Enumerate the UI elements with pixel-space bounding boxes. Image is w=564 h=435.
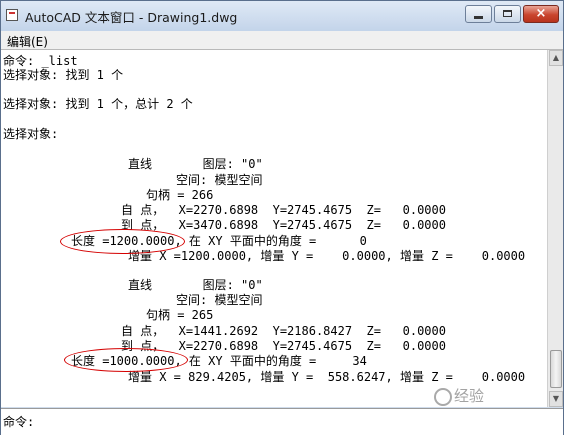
maximize-button[interactable] [494,5,521,23]
menu-edit[interactable]: 编辑(E) [7,33,48,50]
history-line: 自 点， X=2270.6898 Y=2745.4675 Z= 0.0000 [121,203,446,217]
scroll-up-icon[interactable]: ▲ [549,50,563,66]
history-line: 自 点， X=1441.2692 Y=2186.8427 Z= 0.0000 [121,324,446,338]
autocad-text-window: AutoCAD 文本窗口 - Drawing1.dwg × 编辑(E) 命令: … [0,0,564,435]
command-line-input[interactable]: 命令: [1,408,563,435]
history-line: 空间: 模型空间 [176,293,263,307]
history-line: 选择对象: 找到 1 个 [3,68,124,82]
close-button[interactable]: × [523,5,559,23]
paw-icon [434,387,452,406]
history-line: 命令: _list [3,54,78,68]
annotation-ellipse [64,348,188,372]
menu-bar: 编辑(E) [1,31,563,50]
history-line: 句柄 = 265 [146,308,214,322]
scroll-down-icon[interactable]: ▼ [549,391,563,407]
history-line: 到 点， X=3470.6898 Y=2745.4675 Z= 0.0000 [121,218,446,232]
minimize-icon [474,16,483,19]
annotation-ellipse [60,229,185,254]
watermark-text: 经验 [454,387,485,405]
history-line: 句柄 = 266 [146,188,214,202]
title-bar[interactable]: AutoCAD 文本窗口 - Drawing1.dwg × [1,1,563,31]
history-line: 增量 X =1200.0000, 增量 Y = 0.0000, 增量 Z = 0… [128,249,526,263]
history-line: 选择对象: [3,127,59,141]
app-icon[interactable] [6,9,18,21]
command-prompt: 命令: [3,415,35,429]
maximize-icon [503,10,512,17]
history-line: 空间: 模型空间 [176,173,263,187]
history-line: 直线 图层: "0" [128,278,263,292]
minimize-button[interactable] [465,5,492,23]
history-line: 增量 X = 829.4205, 增量 Y = 558.6247, 增量 Z =… [128,370,526,384]
vertical-scrollbar[interactable]: ▲ ▼ [547,50,563,407]
history-line: 直线 图层: "0" [128,157,263,171]
scrollbar-thumb[interactable] [550,350,562,388]
window-title: AutoCAD 文本窗口 - Drawing1.dwg [25,10,238,25]
close-icon: × [535,6,547,21]
history-line: 选择对象: 找到 1 个，总计 2 个 [3,97,193,111]
watermark: 经验 [434,385,484,406]
